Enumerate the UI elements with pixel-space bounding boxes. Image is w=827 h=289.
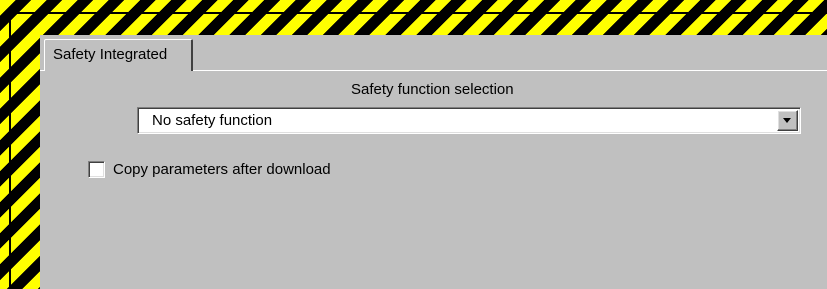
tab-divider-line <box>193 70 827 71</box>
hazard-stripe-top <box>0 0 827 35</box>
safety-function-selection-label: Safety function selection <box>351 81 514 98</box>
dropdown-arrow-button[interactable] <box>777 110 798 131</box>
tab-safety-integrated[interactable]: Safety Integrated <box>44 39 193 71</box>
frame-edge-left <box>9 12 11 289</box>
copy-parameters-checkbox[interactable] <box>88 161 105 178</box>
hazard-stripe-left <box>0 0 40 289</box>
frame-edge-top <box>9 12 827 14</box>
safety-function-selected-value: No safety function <box>152 112 273 129</box>
tab-panel: Safety Integrated Safety function select… <box>40 35 827 289</box>
safety-function-dropdown[interactable]: No safety function <box>137 107 801 134</box>
tab-label: Safety Integrated <box>53 46 168 63</box>
chevron-down-icon <box>783 118 791 123</box>
copy-parameters-label[interactable]: Copy parameters after download <box>113 161 331 178</box>
